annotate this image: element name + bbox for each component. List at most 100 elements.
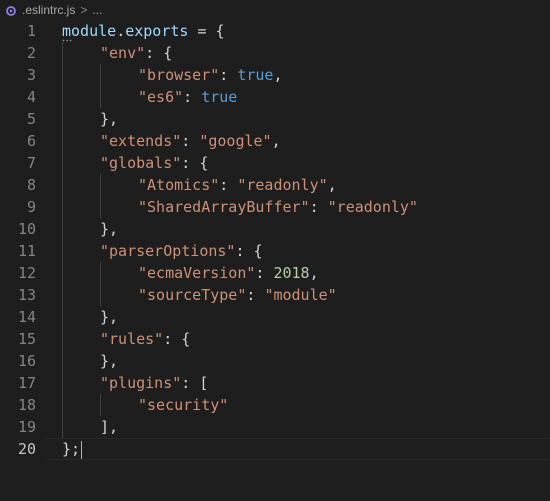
indent-guide xyxy=(100,262,101,284)
line-number: 11 xyxy=(17,242,36,260)
line-content: "sourceType": "module" xyxy=(138,284,337,306)
code-line[interactable]: 11 "parserOptions": { xyxy=(0,240,550,262)
line-number: 16 xyxy=(17,352,36,370)
eslint-circle-icon xyxy=(6,5,16,16)
property-key-token: "rules" xyxy=(100,330,164,348)
punctuation-token: ], xyxy=(100,418,119,436)
property-key-token: "es6" xyxy=(138,88,184,106)
code-line[interactable]: 18 "security" xyxy=(0,394,550,416)
line-number: 9 xyxy=(26,198,36,216)
identifier-token: module xyxy=(62,22,117,40)
punctuation-token: }, xyxy=(100,220,119,238)
code-line[interactable]: 17 "plugins": [ xyxy=(0,372,550,394)
punctuation-token: : xyxy=(219,66,238,84)
code-line[interactable]: 7 "globals": { xyxy=(0,152,550,174)
indent-guide xyxy=(100,64,101,86)
property-key-token: "ecmaVersion" xyxy=(138,264,256,282)
code-line[interactable]: 14}, xyxy=(0,306,550,328)
indent-guide xyxy=(62,416,63,438)
code-line[interactable]: 1 module.exports = { xyxy=(0,20,550,42)
code-line[interactable]: 15 "rules": { xyxy=(0,328,550,350)
boolean-token: true xyxy=(201,88,238,106)
line-number: 6 xyxy=(26,132,36,150)
punctuation-token: : { xyxy=(163,330,191,348)
string-token: "google" xyxy=(199,132,272,150)
code-line[interactable]: 2 "env": { xyxy=(0,42,550,64)
property-key-token: "plugins" xyxy=(100,374,182,392)
line-number: 8 xyxy=(26,176,36,194)
indent-guide xyxy=(62,284,63,306)
string-token: "security" xyxy=(138,396,229,414)
punctuation-token: : { xyxy=(181,154,209,172)
line-content: "SharedArrayBuffer": "readonly" xyxy=(138,196,418,218)
property-key-token: "extends" xyxy=(100,132,182,150)
line-content: "env": { xyxy=(100,42,172,64)
punctuation-token: : xyxy=(183,88,202,106)
line-content: }, xyxy=(100,306,118,328)
line-number: 18 xyxy=(17,396,36,414)
code-line[interactable]: 20}; xyxy=(0,438,550,460)
code-line[interactable]: 4 "es6": true xyxy=(0,86,550,108)
punctuation-token: , xyxy=(273,66,283,84)
property-key-token: "sourceType" xyxy=(138,286,247,304)
property-key-token: "env" xyxy=(100,44,146,62)
breadcrumb-ellipsis[interactable]: ... xyxy=(92,3,102,17)
code-line[interactable]: 3 "browser": true, xyxy=(0,64,550,86)
punctuation-token: : { xyxy=(145,44,173,62)
indent-guide xyxy=(62,108,63,130)
line-number: 1 xyxy=(26,22,36,40)
punctuation-token: , xyxy=(327,176,337,194)
string-token: "readonly" xyxy=(237,176,328,194)
line-content: "es6": true xyxy=(138,86,237,108)
indent-guide xyxy=(100,174,101,196)
string-token: "readonly" xyxy=(327,198,418,216)
code-editor[interactable]: .eslintrc.js > ... 1 module.exports = {2 "… xyxy=(0,0,550,501)
code-line[interactable]: 10}, xyxy=(0,218,550,240)
punctuation-token: , xyxy=(271,132,281,150)
line-content: "security" xyxy=(138,394,228,416)
property-key-token: "browser" xyxy=(138,66,220,84)
indent-guide xyxy=(62,372,63,394)
line-number: 5 xyxy=(26,110,36,128)
punctuation-token: : [ xyxy=(181,374,209,392)
code-line[interactable]: 12 "ecmaVersion": 2018, xyxy=(0,262,550,284)
line-number: 14 xyxy=(17,308,36,326)
line-content: "Atomics": "readonly", xyxy=(138,174,337,196)
code-line[interactable]: 6 "extends": "google", xyxy=(0,130,550,152)
indent-guide xyxy=(62,240,63,262)
punctuation-token: . xyxy=(116,22,126,40)
breadcrumb-file-name[interactable]: .eslintrc.js xyxy=(22,3,75,17)
number-token: 2018 xyxy=(273,264,310,282)
line-number: 12 xyxy=(17,264,36,282)
code-line[interactable]: 19], xyxy=(0,416,550,438)
line-number: 15 xyxy=(17,330,36,348)
indent-guide xyxy=(62,196,63,218)
code-line[interactable]: 8 "Atomics": "readonly", xyxy=(0,174,550,196)
identifier-token: exports xyxy=(125,22,189,40)
code-line[interactable]: 13 "sourceType": "module" xyxy=(0,284,550,306)
line-content: "parserOptions": { xyxy=(100,240,263,262)
indent-guide xyxy=(62,306,63,328)
punctuation-token: : xyxy=(246,286,265,304)
punctuation-token: = { xyxy=(188,22,225,40)
punctuation-token: : xyxy=(181,132,200,150)
indent-guide xyxy=(62,218,63,240)
indent-guide xyxy=(62,350,63,372)
indent-guide xyxy=(100,196,101,218)
code-line[interactable]: 5}, xyxy=(0,108,550,130)
code-lines[interactable]: 1 module.exports = {2 "env": {3 "browser": … xyxy=(0,20,550,460)
line-number: 7 xyxy=(26,154,36,172)
line-content: }, xyxy=(100,108,118,130)
line-number: 19 xyxy=(17,418,36,436)
line-content: }; xyxy=(62,438,83,460)
punctuation-token: }, xyxy=(100,308,119,326)
punctuation-token: }, xyxy=(100,110,119,128)
indent-guide xyxy=(62,262,63,284)
code-line[interactable]: 9 "SharedArrayBuffer": "readonly" xyxy=(0,196,550,218)
line-number: 2 xyxy=(26,44,36,62)
line-number: 13 xyxy=(17,286,36,304)
code-line[interactable]: 16}, xyxy=(0,350,550,372)
property-key-token: "parserOptions" xyxy=(100,242,236,260)
line-number: 17 xyxy=(17,374,36,392)
line-content: "globals": { xyxy=(100,152,208,174)
